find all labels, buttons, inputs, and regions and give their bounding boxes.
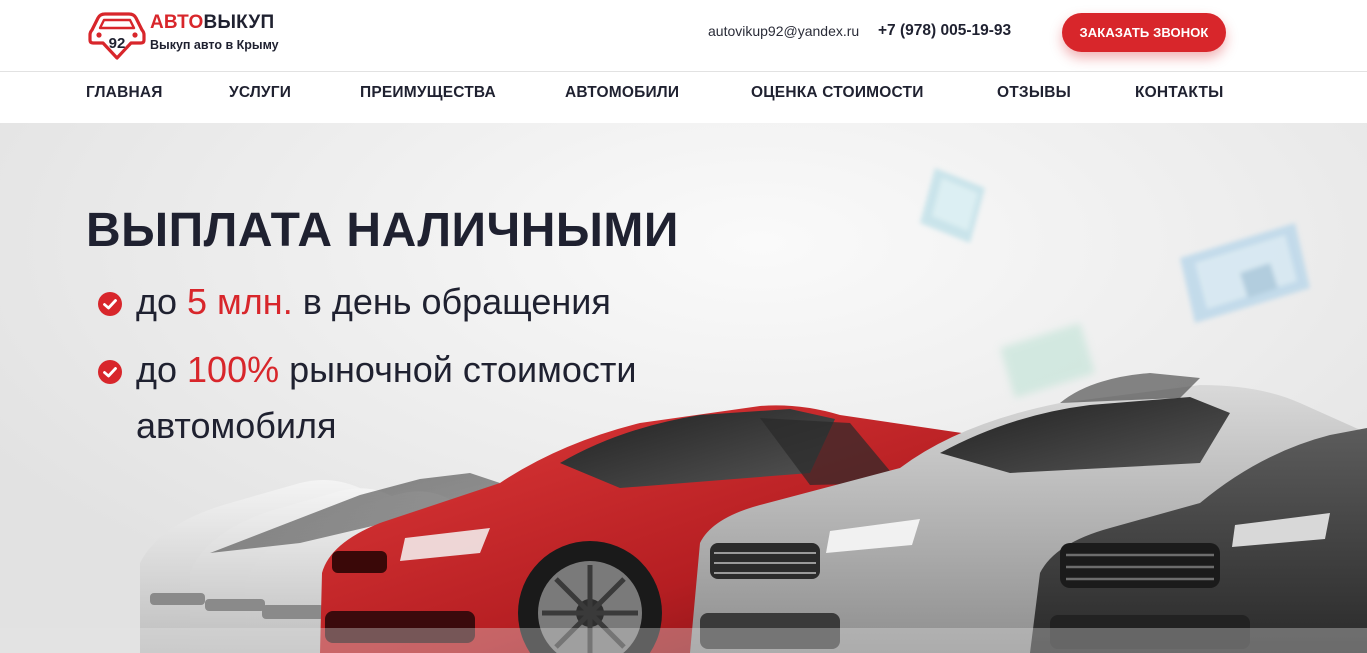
nav-item-contacts[interactable]: КОНТАКТЫ <box>1135 84 1224 102</box>
nav-item-cars[interactable]: АВТОМОБИЛИ <box>565 84 679 102</box>
hero-bullet-percent-text: до 100% рыночной стоимости <box>136 349 636 391</box>
nav-item-reviews[interactable]: ОТЗЫВЫ <box>997 84 1071 102</box>
logo-tagline: Выкуп авто в Крыму <box>150 38 279 52</box>
logo-wordmark-dark: ВЫКУП <box>203 12 275 33</box>
logo-wordmark-red: АВТО <box>150 12 204 33</box>
hero-banner: ВЫПЛАТА НАЛИЧНЫМИ до 5 млн. в день обращ… <box>0 123 1367 653</box>
check-circle-icon <box>98 360 122 384</box>
check-circle-icon <box>98 292 122 316</box>
bullet-suffix: в день обращения <box>292 281 611 322</box>
site-header: 92 АВТОВЫКУП Выкуп авто в Крыму autoviku… <box>0 0 1367 72</box>
nav-item-valuation[interactable]: ОЦЕНКА СТОИМОСТИ <box>751 84 924 102</box>
nav-item-home[interactable]: ГЛАВНАЯ <box>86 84 163 102</box>
nav-item-services[interactable]: УСЛУГИ <box>229 84 291 102</box>
hero-bullet-percent-continuation: автомобиля <box>136 405 337 446</box>
bullet-suffix: рыночной стоимости <box>279 349 637 390</box>
bullet-accent: 100% <box>187 349 280 390</box>
hero-bullet-amount-text: до 5 млн. в день обращения <box>136 281 611 323</box>
car-pin-logo-icon: 92 <box>88 12 146 60</box>
order-call-button[interactable]: ЗАКАЗАТЬ ЗВОНОК <box>1062 13 1226 52</box>
main-nav: ГЛАВНАЯ УСЛУГИ ПРЕИМУЩЕСТВА АВТОМОБИЛИ О… <box>0 72 1367 123</box>
bullet-accent: 5 млн. <box>187 281 293 322</box>
bullet-prefix: до <box>136 281 188 322</box>
email-link[interactable]: autovikup92@yandex.ru <box>708 23 859 39</box>
nav-item-advantages[interactable]: ПРЕИМУЩЕСТВА <box>360 84 496 102</box>
logo[interactable]: 92 АВТОВЫКУП Выкуп авто в Крыму <box>86 8 306 62</box>
hero-title: ВЫПЛАТА НАЛИЧНЫМИ <box>86 204 679 257</box>
logo-wordmark: АВТОВЫКУП <box>150 12 274 34</box>
bullet-prefix: до <box>136 349 188 390</box>
phone-link[interactable]: +7 (978) 005-19-93 <box>878 22 1011 40</box>
svg-text:92: 92 <box>109 35 126 52</box>
